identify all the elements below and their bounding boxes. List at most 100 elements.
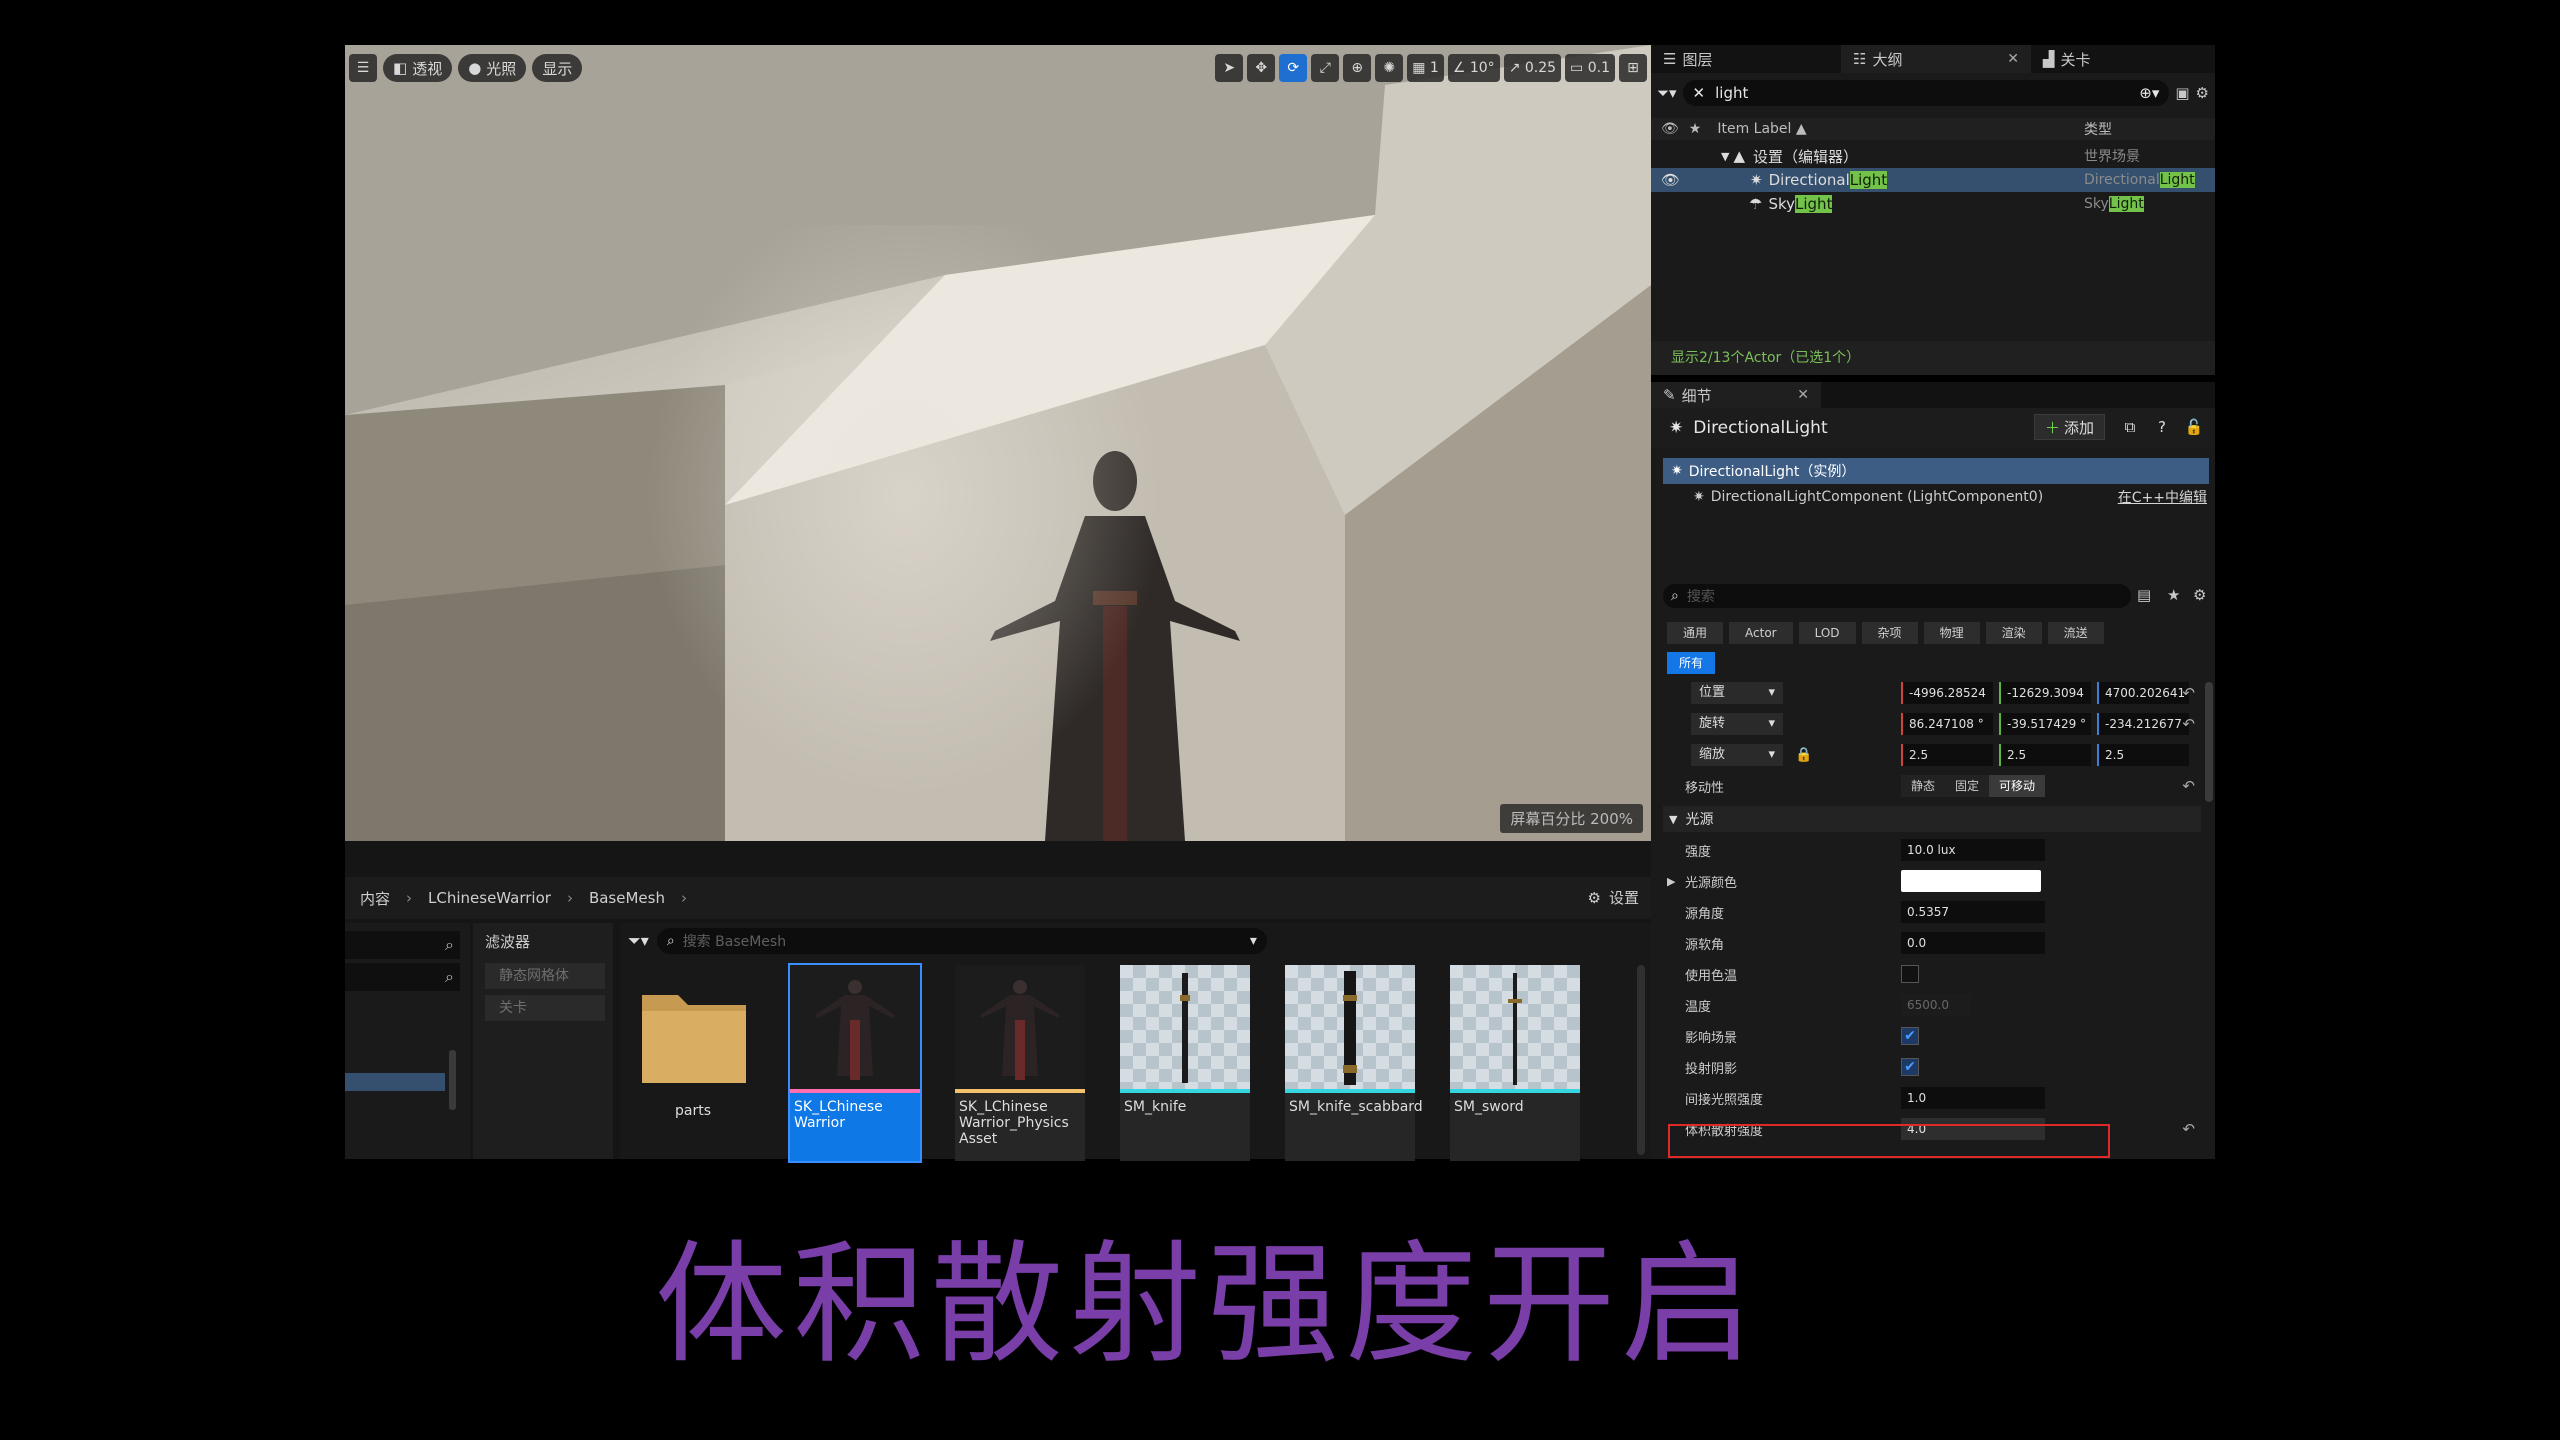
lighting-mode-button[interactable]: ● 光照 — [458, 54, 527, 82]
star-icon[interactable]: ★ — [2167, 586, 2180, 604]
category-streaming[interactable]: 流送 — [2047, 622, 2104, 644]
scale-x[interactable]: 2.5 — [1901, 744, 1993, 766]
temperature-field[interactable]: 6500.0 — [1901, 994, 1971, 1016]
outliner-row-sky-light[interactable]: ☂ SkyLight SkyLight — [1651, 192, 2215, 216]
close-icon[interactable]: ✕ — [1797, 387, 1809, 403]
table-view-icon[interactable]: ▤ — [2137, 586, 2151, 604]
details-scrollbar[interactable] — [2205, 682, 2213, 802]
new-folder-icon[interactable]: ▣ — [2175, 84, 2189, 102]
reset-icon[interactable]: ↶ — [2182, 684, 2195, 702]
star-icon[interactable]: ★ — [1689, 121, 1702, 137]
chevron-right-icon[interactable]: › — [681, 889, 687, 907]
location-x[interactable]: -4996.28524 — [1901, 682, 1993, 704]
category-rendering[interactable]: 渲染 — [1985, 622, 2042, 644]
clear-search-icon[interactable]: ✕ — [1693, 84, 1706, 102]
filter-icon[interactable]: ⏷▾ — [1657, 84, 1677, 102]
gear-icon[interactable]: ⚙ — [2193, 586, 2206, 604]
details-search-input[interactable]: ⌕ 搜索 — [1663, 584, 2131, 608]
asset-tile-knife-scabbard[interactable]: SM_knife_scabbard — [1285, 965, 1423, 1161]
location-y[interactable]: -12629.3094 — [1999, 682, 2091, 704]
asset-tile-skeletal-mesh[interactable]: SK_LChinese Warrior — [788, 963, 922, 1163]
use-temperature-checkbox[interactable] — [1901, 965, 1919, 983]
add-actor-icon[interactable]: ⊕▾ — [2139, 84, 2159, 102]
show-button[interactable]: 显示 — [532, 54, 583, 82]
scale-z[interactable]: 2.5 — [2097, 744, 2189, 766]
rotate-mode-icon[interactable]: ⟳ — [1279, 54, 1308, 82]
mobility-movable[interactable]: 可移动 — [1989, 775, 2046, 797]
filter-icon[interactable]: ⏷▾ — [628, 931, 649, 951]
asset-tile-knife[interactable]: SM_knife — [1120, 965, 1250, 1161]
category-actor[interactable]: Actor — [1729, 622, 1793, 644]
rotation-y[interactable]: -39.517429 ° — [1999, 713, 2091, 735]
outliner-search-input[interactable]: ✕ light ⊕▾ — [1682, 80, 2170, 106]
category-misc[interactable]: 杂项 — [1861, 622, 1918, 644]
angle-snap-button[interactable]: ∠ 10° — [1447, 54, 1500, 82]
close-icon[interactable]: ✕ — [2007, 51, 2019, 67]
select-mode-icon[interactable]: ➤ — [1215, 54, 1244, 82]
source-soft-angle-field[interactable]: 0.0 — [1901, 932, 2045, 954]
affects-world-checkbox[interactable]: ✔ — [1901, 1027, 1919, 1045]
asset-scrollbar[interactable] — [1637, 965, 1645, 1155]
scale-mode-icon[interactable]: ⤢ — [1311, 54, 1340, 82]
add-component-button[interactable]: ＋添加 — [2033, 414, 2105, 440]
collections-search[interactable]: ⌕ — [345, 963, 460, 991]
tab-layers[interactable]: ☰ 图层 — [1651, 45, 1841, 73]
scale-y[interactable]: 2.5 — [1999, 744, 2091, 766]
selected-folder-row[interactable] — [345, 1073, 445, 1091]
section-light[interactable]: ▼ 光源 — [1663, 806, 2201, 832]
translate-mode-icon[interactable]: ✥ — [1247, 54, 1276, 82]
tab-details[interactable]: ✎ 细节 ✕ — [1651, 382, 1821, 408]
tree-expand-icon[interactable]: ▼ — [1721, 150, 1729, 163]
settings-button[interactable]: ⚙ 设置 — [1588, 887, 1639, 908]
source-angle-field[interactable]: 0.5357 — [1901, 901, 2045, 923]
outliner-row-directional-light[interactable]: 👁 ✷ DirectionalLight DirectionalLight — [1651, 168, 2215, 192]
scale-dropdown[interactable]: 缩放 ▾ — [1691, 744, 1783, 766]
reset-icon[interactable]: ↶ — [2182, 777, 2195, 795]
lock-icon[interactable]: 🔒 — [1795, 747, 1812, 763]
grid-snap-button[interactable]: ▦ 1 — [1407, 54, 1444, 82]
reset-icon[interactable]: ↶ — [2182, 1120, 2195, 1138]
breadcrumb-item-basemesh[interactable]: BaseMesh — [589, 889, 665, 907]
perspective-button[interactable]: ◧ 透视 — [383, 54, 453, 82]
column-type[interactable]: 类型 — [2084, 119, 2112, 139]
hamburger-menu-icon[interactable]: ☰ — [349, 54, 377, 82]
rotation-dropdown[interactable]: 旋转 ▾ — [1691, 713, 1783, 735]
category-physics[interactable]: 物理 — [1923, 622, 1980, 644]
breadcrumb-item-content[interactable]: 内容 — [360, 888, 390, 909]
component-row[interactable]: ✷ DirectionalLightComponent (LightCompon… — [1663, 484, 2209, 510]
world-space-icon[interactable]: ⊕ — [1343, 54, 1372, 82]
light-color-swatch[interactable] — [1901, 870, 2041, 892]
rotation-x[interactable]: 86.247108 ° — [1901, 713, 1993, 735]
mobility-static[interactable]: 静态 — [1901, 775, 1946, 797]
tab-outliner[interactable]: ☷ 大纲 ✕ — [1841, 45, 2031, 73]
chevron-down-icon[interactable]: ▾ — [1250, 933, 1257, 949]
component-instance-row[interactable]: ✷ DirectionalLight（实例） — [1663, 458, 2209, 484]
mobility-stationary[interactable]: 固定 — [1945, 775, 1990, 797]
category-general[interactable]: 通用 — [1667, 622, 1724, 644]
category-all[interactable]: 所有 — [1667, 652, 1716, 674]
outliner-row-world-settings[interactable]: ▼ ▲ 设置（编辑器） 世界场景 — [1651, 144, 2215, 168]
eye-icon[interactable]: 👁 — [1661, 171, 1680, 189]
intensity-field[interactable]: 10.0 lux — [1901, 839, 2045, 861]
location-z[interactable]: 4700.202641 — [2097, 682, 2189, 704]
gear-icon[interactable]: ⚙ — [2196, 84, 2209, 102]
reset-icon[interactable]: ↶ — [2182, 715, 2195, 733]
asset-tile-physics-asset[interactable]: SK_LChinese Warrior_Physics Asset — [955, 965, 1085, 1161]
sources-scrollbar[interactable] — [449, 1050, 456, 1110]
asset-tile-sword[interactable]: SM_sword — [1450, 965, 1580, 1161]
location-dropdown[interactable]: 位置 ▾ — [1691, 682, 1783, 704]
filter-static-mesh[interactable]: 静态网格体 — [485, 963, 605, 989]
blueprint-icon[interactable]: ⧉ — [2117, 414, 2143, 440]
category-lod[interactable]: LOD — [1798, 622, 1856, 644]
asset-tile-folder[interactable]: parts — [628, 965, 758, 1161]
layout-icon[interactable]: ⊞ — [1619, 54, 1647, 82]
surface-snap-icon[interactable]: ✺ — [1375, 54, 1404, 82]
indirect-intensity-field[interactable]: 1.0 — [1901, 1087, 2045, 1109]
tab-levels[interactable]: ▟ 关卡 — [2031, 45, 2211, 73]
level-viewport[interactable]: ☰ ◧ 透视 ● 光照 显示 ➤ ✥ ⟳ ⤢ ⊕ ✺ ▦ 1 ∠ 10° ↗ 0.2… — [345, 45, 1651, 841]
cast-shadows-checkbox[interactable]: ✔ — [1901, 1058, 1919, 1076]
asset-search-input[interactable]: ⌕ 搜索 BaseMesh ▾ — [656, 928, 1267, 954]
scale-snap-button[interactable]: ↗ 0.25 — [1503, 54, 1562, 82]
sources-search[interactable]: ⌕ — [345, 931, 460, 959]
breadcrumb-item-warrior[interactable]: LChineseWarrior — [428, 889, 551, 907]
